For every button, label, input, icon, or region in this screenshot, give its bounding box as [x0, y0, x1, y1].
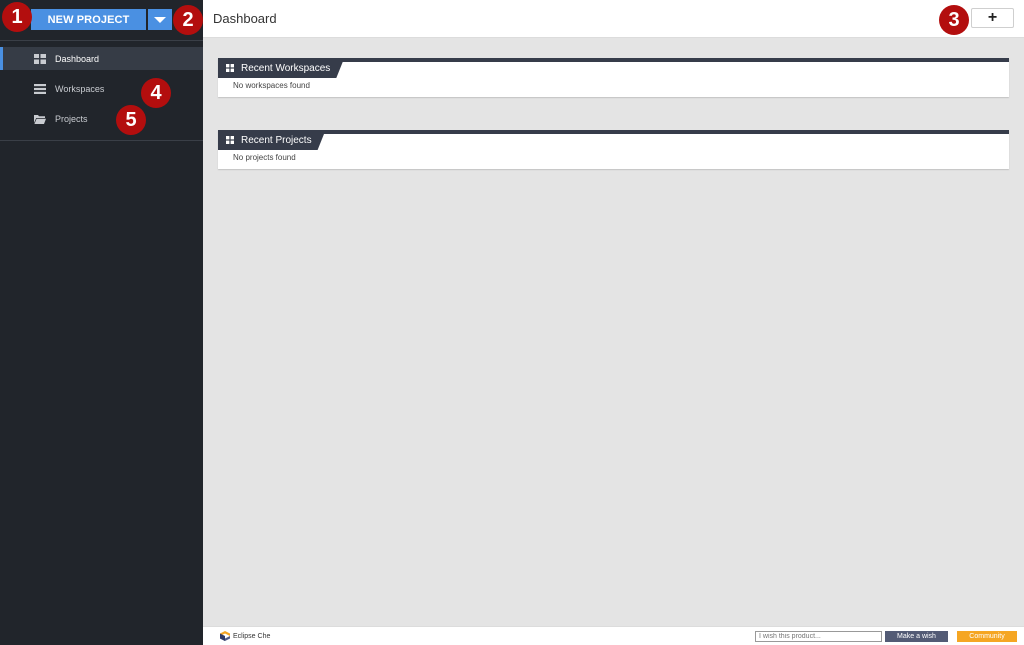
panel-empty-text: No projects found — [233, 153, 296, 162]
sidebar-item-workspaces[interactable]: Workspaces — [0, 77, 203, 100]
recent-projects-panel: Recent Projects No projects found — [218, 130, 1009, 169]
new-project-dropdown-button[interactable] — [148, 9, 172, 30]
dashboard-icon — [34, 53, 46, 64]
sidebar-item-projects[interactable]: Projects — [0, 107, 203, 130]
sidebar-nav: Dashboard Workspaces Projects — [0, 47, 203, 137]
panel-title: Recent Workspaces — [241, 62, 331, 74]
sidebar-item-label: Dashboard — [55, 53, 100, 64]
sidebar-divider — [0, 140, 203, 141]
annotation-badge-2: 2 — [173, 5, 203, 35]
top-header: Dashboard + — [203, 0, 1024, 38]
annotation-badge-4: 4 — [141, 78, 171, 108]
dashboard-icon — [226, 64, 234, 72]
recent-workspaces-panel: Recent Workspaces No workspaces found — [218, 58, 1009, 97]
wish-input[interactable] — [755, 631, 882, 642]
add-button[interactable]: + — [971, 8, 1014, 28]
eclipse-che-logo[interactable]: Eclipse Che — [220, 631, 270, 641]
new-project-button-group: NEW PROJECT — [31, 9, 172, 30]
page-title: Dashboard — [213, 11, 277, 26]
sidebar-item-label: Workspaces — [55, 83, 105, 94]
panel-title-tab: Recent Workspaces — [218, 58, 344, 78]
logo-text: Eclipse Che — [233, 632, 271, 640]
panel-header: Recent Workspaces — [218, 58, 1009, 74]
community-button[interactable]: Community — [957, 631, 1017, 642]
dashboard-icon — [226, 136, 234, 144]
che-logo-icon — [220, 631, 230, 641]
panel-title: Recent Projects — [241, 134, 312, 146]
panel-title-tab: Recent Projects — [218, 130, 326, 150]
caret-down-icon — [154, 16, 166, 23]
panel-header: Recent Projects — [218, 130, 1009, 146]
annotation-badge-1: 1 — [2, 2, 32, 32]
panel-empty-text: No workspaces found — [233, 81, 310, 90]
sidebar-divider — [0, 40, 203, 41]
annotation-badge-3: 3 — [939, 5, 969, 35]
sidebar: NEW PROJECT Dashboard Workspaces Project… — [0, 0, 203, 645]
sidebar-item-dashboard[interactable]: Dashboard — [0, 47, 203, 70]
workspaces-icon — [34, 83, 46, 94]
new-project-button[interactable]: NEW PROJECT — [31, 9, 146, 30]
annotation-badge-5: 5 — [116, 105, 146, 135]
footer: Eclipse Che Make a wish Community — [203, 626, 1024, 645]
folder-icon — [34, 114, 46, 124]
sidebar-item-label: Projects — [55, 113, 88, 124]
make-a-wish-button[interactable]: Make a wish — [885, 631, 948, 642]
